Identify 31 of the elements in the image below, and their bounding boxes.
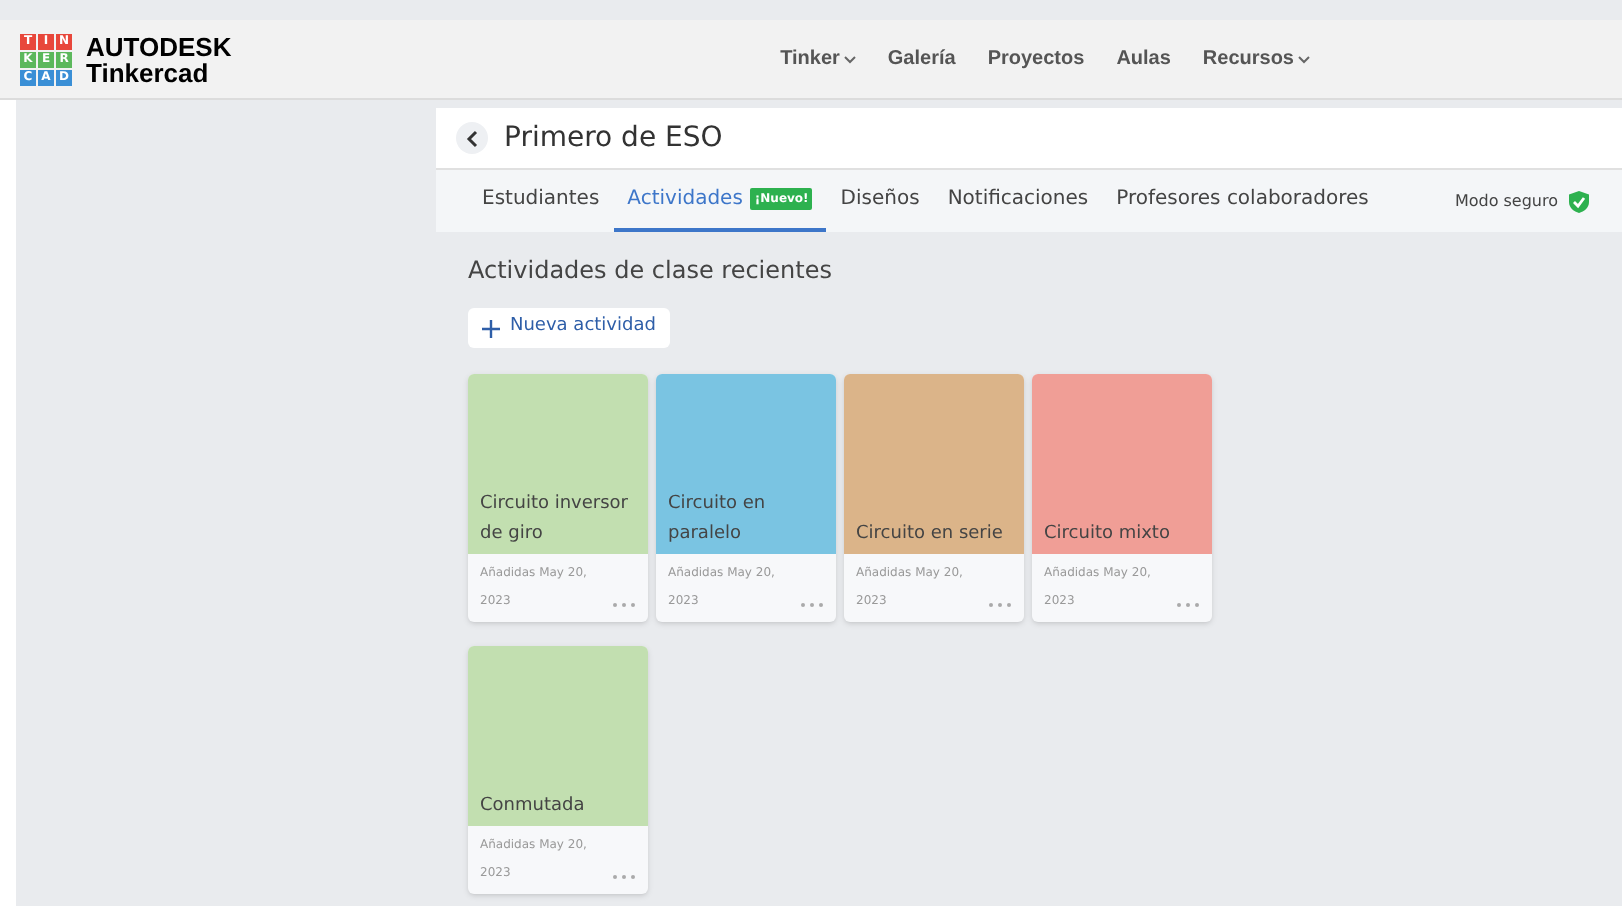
activity-title: Conmutada <box>480 794 585 820</box>
safe-mode-label: Modo seguro <box>1454 189 1558 213</box>
tab[interactable]: Profesores colaboradores <box>1102 170 1383 232</box>
nav-link[interactable]: Aulas <box>1116 44 1171 74</box>
activity-title: Circuito mixto <box>1044 522 1170 548</box>
activity-title: Circuito en paralelo <box>668 492 768 548</box>
nav-link[interactable]: Recursos <box>1202 44 1310 74</box>
more-icon[interactable] <box>800 602 824 608</box>
new-activity-button[interactable]: Nueva actividad <box>468 308 670 348</box>
section-title: Actividades de clase recientes <box>468 254 834 288</box>
activity-title: Circuito en serie <box>856 522 1003 548</box>
more-icon[interactable] <box>1176 602 1200 608</box>
product-name: Tinkercad <box>86 59 211 85</box>
tab[interactable]: Estudiantes <box>468 170 614 232</box>
nav-link[interactable]: Proyectos <box>987 44 1085 74</box>
nav-link[interactable]: Tinker <box>780 44 856 74</box>
plus-icon <box>482 319 500 337</box>
back-button[interactable] <box>456 122 488 154</box>
shield-check-icon <box>1568 189 1590 213</box>
brand-name: AUTODESK <box>86 33 232 59</box>
tab[interactable]: Notificaciones <box>933 170 1103 232</box>
chevron-icon <box>1298 55 1310 63</box>
activity-title: Circuito inversor de giro <box>480 492 630 548</box>
tab[interactable]: Diseños <box>826 170 934 232</box>
back-icon <box>466 129 478 147</box>
more-icon[interactable] <box>988 602 1012 608</box>
chevron-icon <box>843 55 856 63</box>
more-icon[interactable] <box>612 602 636 608</box>
nav-link[interactable]: Galería <box>887 44 956 74</box>
more-icon[interactable] <box>612 874 636 880</box>
class-title: Primero de ESO <box>504 119 723 157</box>
